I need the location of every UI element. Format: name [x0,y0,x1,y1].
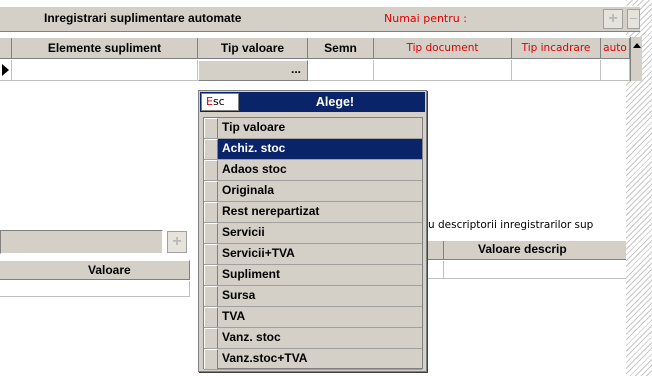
option-label: Originala [222,183,275,197]
cell-tip-document[interactable] [374,60,512,81]
column-header-tip-incadrare[interactable]: Tip incadrare [512,38,601,59]
column-header-valoare[interactable]: Valoare [0,260,190,280]
option-label: Supliment [222,267,281,281]
popup-title: Alege! [315,95,355,109]
list-item[interactable]: Tip valoare [204,118,422,139]
option-checkbox[interactable] [204,139,218,159]
option-checkbox[interactable] [204,244,218,264]
option-label: Servicii [222,225,265,239]
cell-tip-incadrare[interactable] [512,60,601,81]
popup-title-bar: Esc Alege! [200,92,425,112]
column-header-valoare-descriptor[interactable]: Valoare descrip [478,242,567,256]
row-selector[interactable] [0,60,12,81]
vertical-scrollbar[interactable] [630,37,642,81]
add-icon[interactable]: + [603,9,623,29]
lower-right-selector[interactable] [428,261,444,279]
option-checkbox[interactable] [204,223,218,243]
option-checkbox[interactable] [204,160,218,180]
esc-label: sc [212,95,225,108]
table-row[interactable] [0,60,640,81]
option-checkbox[interactable] [204,118,218,138]
list-item[interactable]: TVA [204,307,422,328]
option-label: Vanz. stoc [222,330,281,344]
lower-left-panel: + Valoare [0,230,190,376]
lower-right-header: Valoare descrip [428,240,626,260]
cell-auto[interactable] [601,60,630,81]
list-item[interactable]: Originala [204,181,422,202]
lower-left-field[interactable] [0,230,163,254]
option-label: Adaos stoc [222,162,287,176]
column-header-semn[interactable]: Semn [308,38,374,59]
option-label: Sursa [222,288,256,302]
lower-add-icon[interactable]: + [167,231,187,253]
option-label: Tip valoare [222,120,286,134]
column-header-elemente-supliment[interactable]: Elemente supliment [12,38,198,59]
lower-right-selector-header [428,241,444,260]
list-item[interactable]: Servicii [204,223,422,244]
option-label: Achiz. stoc [222,141,286,155]
list-item[interactable]: Supliment [204,265,422,286]
column-header-tip-document[interactable]: Tip document [374,38,512,59]
esc-hotkey: E [206,95,213,108]
numai-pentru-label: Numai pentru : [384,12,467,25]
list-item[interactable]: Sursa [204,286,422,307]
option-checkbox[interactable] [204,265,218,285]
remove-icon[interactable]: − [627,9,640,29]
cell-elemente-supliment[interactable] [12,60,198,81]
descriptori-note: u descriptorii inregistrarilor sup [428,219,594,231]
row-selector-header [0,38,12,59]
list-item[interactable]: Vanz.stoc+TVA [204,349,422,370]
option-checkbox[interactable] [204,349,218,369]
window: Inregistrari suplimentare automate Numai… [0,0,642,376]
column-header-tip-valoare[interactable]: Tip valoare [198,38,308,59]
option-label: Vanz.stoc+TVA [222,351,308,365]
current-row-arrow-icon [2,64,9,76]
option-list: Tip valoare Achiz. stoc Adaos stoc Origi… [203,117,423,370]
lower-right-row[interactable] [428,261,626,279]
scroll-up-icon[interactable] [633,43,641,48]
option-checkbox[interactable] [204,286,218,306]
option-label: Rest nerepartizat [222,204,320,218]
list-item[interactable]: Servicii+TVA [204,244,422,265]
list-item[interactable]: Vanz. stoc [204,328,422,349]
option-checkbox[interactable] [204,307,218,327]
option-checkbox[interactable] [204,202,218,222]
lower-left-row[interactable] [0,281,190,297]
column-header-auto[interactable]: auto [601,38,630,59]
cell-semn[interactable] [308,60,374,81]
list-item[interactable]: Adaos stoc [204,160,422,181]
tip-valoare-ellipsis-button[interactable]: ... [198,60,308,81]
option-checkbox[interactable] [204,181,218,201]
list-item[interactable]: Rest nerepartizat [204,202,422,223]
esc-button[interactable]: Esc [201,93,239,111]
option-label: Servicii+TVA [222,246,295,260]
grid-header: Elemente supliment Tip valoare Semn Tip … [0,37,640,59]
section-title: Inregistrari suplimentare automate [44,11,242,25]
option-checkbox[interactable] [204,328,218,348]
option-label: TVA [222,309,246,323]
alege-popup: Esc Alege! Tip valoare Achiz. stoc Adaos… [198,90,427,372]
list-item-selected[interactable]: Achiz. stoc [204,139,422,160]
top-bar: Inregistrari suplimentare automate Numai… [0,6,640,32]
